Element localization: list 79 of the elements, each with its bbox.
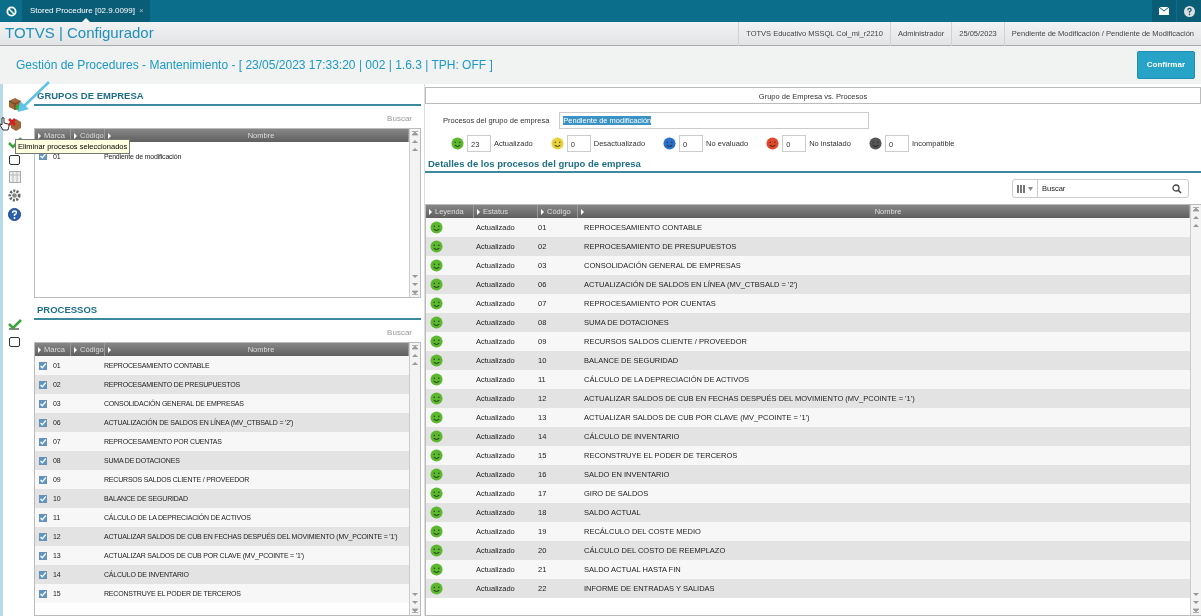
scroll-down-icon[interactable]	[1193, 608, 1199, 613]
status-icon	[430, 297, 443, 311]
section-heading: PROCESSOS	[34, 303, 421, 321]
sort-icon[interactable]	[581, 208, 584, 215]
search-link[interactable]: Buscar	[387, 114, 412, 124]
scroll-down-icon[interactable]	[412, 290, 418, 295]
checkbox[interactable]	[39, 494, 47, 503]
checkbox[interactable]	[39, 551, 47, 560]
status-icon	[430, 544, 443, 558]
checkbox[interactable]	[39, 589, 47, 598]
dropdown-icon[interactable]	[1028, 186, 1033, 191]
page-title: Gestión de Procedures - Mantenimiento - [ 23/05/2023 17:33:20 | 002 | 1.6.3 | TPH: OFF ]	[16, 57, 494, 74]
status-icon	[430, 373, 443, 387]
sort-icon[interactable]	[429, 208, 432, 215]
help-icon[interactable]	[8, 208, 21, 221]
sort-icon[interactable]	[38, 346, 41, 353]
checkbox[interactable]	[39, 437, 47, 446]
status-icon	[430, 582, 443, 596]
scroll-up-icon[interactable]	[1193, 207, 1199, 213]
status-icon	[430, 468, 443, 482]
window-tab[interactable]: Stored Procedure [02.9.0099] ×	[22, 0, 150, 22]
logo-icon[interactable]	[5, 5, 17, 17]
status-icon	[430, 316, 443, 330]
status-icon	[430, 259, 443, 273]
search-icon[interactable]	[1172, 183, 1182, 194]
app-title: TOTVS | Configurador	[4, 23, 155, 44]
checkbox-icon[interactable]	[9, 337, 20, 347]
columns-icon[interactable]	[1017, 184, 1026, 193]
mail-icon[interactable]	[1159, 7, 1169, 15]
status-icon	[430, 240, 443, 254]
status-icon	[430, 221, 443, 235]
status-icon	[550, 137, 564, 150]
checkbox[interactable]	[39, 399, 47, 408]
status-icon	[430, 525, 443, 539]
checkbox[interactable]	[39, 361, 47, 370]
checkbox-icon[interactable]	[9, 155, 20, 165]
scroll-up-icon[interactable]	[412, 345, 418, 351]
gear-icon[interactable]	[8, 189, 21, 202]
status-icon	[451, 137, 464, 150]
status-icon	[868, 137, 882, 150]
scroll-up-icon[interactable]	[412, 131, 418, 137]
status-icon	[430, 392, 443, 406]
section-heading: GRUPOS DE EMPRESA	[34, 89, 421, 107]
status-icon	[430, 487, 443, 501]
status-icon	[766, 137, 780, 150]
checkmark-icon[interactable]	[7, 319, 22, 331]
status-icon	[430, 278, 443, 292]
sort-icon[interactable]	[477, 208, 480, 215]
checkbox[interactable]	[39, 513, 47, 522]
checkbox[interactable]	[39, 570, 47, 579]
status-icon	[430, 506, 443, 520]
checkbox[interactable]	[39, 380, 47, 389]
checkbox[interactable]	[39, 532, 47, 541]
sort-icon[interactable]	[108, 346, 111, 353]
checkbox[interactable]	[39, 418, 47, 427]
status-icon	[430, 335, 443, 349]
status-icon	[430, 563, 443, 577]
checkbox[interactable]	[39, 456, 47, 465]
checkbox[interactable]	[39, 152, 47, 161]
status-icon	[430, 411, 443, 425]
scroll-down-icon[interactable]	[412, 608, 418, 613]
close-tab-button[interactable]: ×	[138, 5, 144, 17]
section-heading: Detalles de los procesos del grupo de empresa	[425, 157, 1201, 174]
checkbox[interactable]	[39, 475, 47, 484]
status-icon	[663, 137, 677, 150]
confirm-button[interactable]: Confirmar	[1136, 51, 1195, 79]
status-icon	[430, 354, 443, 368]
help-icon[interactable]	[1183, 5, 1195, 17]
cursor-icon	[0, 117, 10, 131]
search-link[interactable]: Buscar	[387, 328, 412, 338]
sort-icon[interactable]	[541, 208, 544, 215]
status-icon	[430, 430, 443, 444]
grid-icon[interactable]	[8, 171, 21, 183]
status-icon	[430, 449, 443, 463]
sort-icon[interactable]	[108, 132, 111, 139]
sort-icon[interactable]	[38, 132, 41, 139]
sort-icon[interactable]	[74, 132, 77, 139]
sort-icon[interactable]	[74, 346, 77, 353]
package-icon[interactable]	[7, 97, 22, 111]
